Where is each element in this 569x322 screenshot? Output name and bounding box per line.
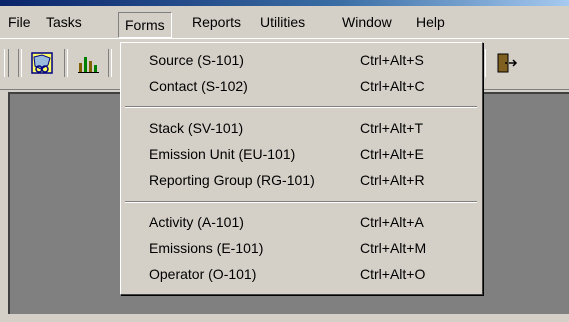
menu-item-label: Stack (SV-101)	[149, 120, 244, 136]
menu-item-shortcut: Ctrl+Alt+S	[360, 52, 424, 68]
menu-tasks[interactable]: Tasks	[40, 12, 88, 32]
menu-file[interactable]: File	[2, 12, 37, 32]
menu-item-stack[interactable]: Stack (SV-101) Ctrl+Alt+T	[121, 117, 482, 140]
title-bar	[0, 0, 569, 6]
toolbar-separator	[64, 49, 68, 77]
toolbar-separator	[108, 49, 112, 77]
menu-item-contact[interactable]: Contact (S-102) Ctrl+Alt+C	[121, 75, 482, 98]
menu-bar: File Tasks Forms Reports Utilities Windo…	[0, 8, 569, 38]
menu-forms[interactable]: Forms	[118, 12, 172, 38]
menu-help[interactable]: Help	[410, 12, 451, 32]
menu-item-shortcut: Ctrl+Alt+M	[360, 240, 427, 256]
menu-item-activity[interactable]: Activity (A-101) Ctrl+Alt+A	[121, 211, 482, 234]
menu-item-label: Emissions (E-101)	[149, 240, 264, 256]
menu-item-reporting-group[interactable]: Reporting Group (RG-101) Ctrl+Alt+R	[121, 169, 482, 192]
menu-item-label: Source (S-101)	[149, 52, 244, 68]
menu-item-shortcut: Ctrl+Alt+C	[360, 78, 425, 94]
menu-item-label: Operator (O-101)	[149, 266, 257, 282]
menu-item-source[interactable]: Source (S-101) Ctrl+Alt+S	[121, 49, 482, 72]
map-button[interactable]	[28, 51, 56, 77]
menu-item-emissions[interactable]: Emissions (E-101) Ctrl+Alt+M	[121, 237, 482, 260]
menu-item-shortcut: Ctrl+Alt+O	[360, 266, 426, 282]
menu-item-label: Reporting Group (RG-101)	[149, 172, 315, 188]
menu-reports[interactable]: Reports	[186, 12, 247, 32]
exit-door-icon	[494, 51, 518, 78]
chart-button[interactable]	[74, 51, 102, 77]
menu-separator	[125, 201, 477, 203]
menu-item-emission-unit[interactable]: Emission Unit (EU-101) Ctrl+Alt+E	[121, 143, 482, 166]
menu-item-label: Activity (A-101)	[149, 214, 244, 230]
chart-icon	[76, 51, 100, 78]
exit-button[interactable]	[492, 51, 520, 77]
menu-item-shortcut: Ctrl+Alt+R	[360, 172, 425, 188]
toolbar-separator	[18, 49, 22, 77]
menu-item-shortcut: Ctrl+Alt+A	[360, 214, 424, 230]
menu-separator	[125, 106, 477, 108]
toolbar-grip[interactable]	[4, 49, 9, 77]
map-icon	[30, 51, 54, 78]
forms-dropdown-menu: Source (S-101) Ctrl+Alt+S Contact (S-102…	[120, 42, 483, 295]
menu-item-shortcut: Ctrl+Alt+T	[360, 120, 424, 136]
menu-item-operator[interactable]: Operator (O-101) Ctrl+Alt+O	[121, 263, 482, 286]
menu-item-shortcut: Ctrl+Alt+E	[360, 146, 424, 162]
menu-utilities[interactable]: Utilities	[254, 12, 311, 32]
menu-item-label: Emission Unit (EU-101)	[149, 146, 296, 162]
menu-item-label: Contact (S-102)	[149, 78, 248, 94]
menu-window[interactable]: Window	[336, 12, 398, 32]
